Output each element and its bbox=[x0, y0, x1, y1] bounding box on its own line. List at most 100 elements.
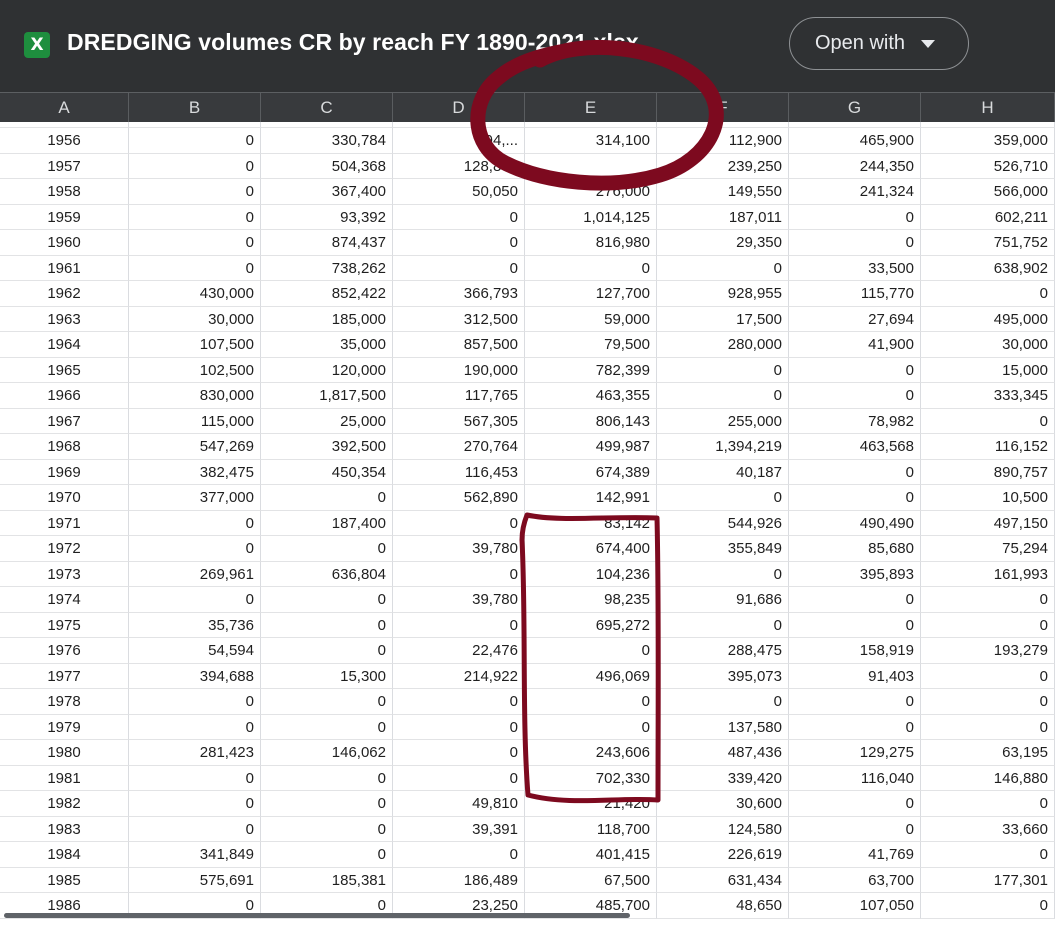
cell-d[interactable]: 0 bbox=[393, 765, 525, 791]
cell-d[interactable]: 270,764 bbox=[393, 434, 525, 460]
cell-h[interactable]: 116,152 bbox=[921, 434, 1055, 460]
cell-c[interactable]: 0 bbox=[261, 638, 393, 664]
cell-e[interactable]: 0 bbox=[525, 638, 657, 664]
cell-a[interactable]: 1974 bbox=[0, 587, 129, 613]
cell-a[interactable]: 1978 bbox=[0, 689, 129, 715]
cell-h[interactable]: 0 bbox=[921, 281, 1055, 307]
cell-a[interactable]: 1981 bbox=[0, 765, 129, 791]
cell-h[interactable]: 638,902 bbox=[921, 255, 1055, 281]
cell-b[interactable]: 54,594 bbox=[129, 638, 261, 664]
cell-b[interactable]: 0 bbox=[129, 714, 261, 740]
cell-b[interactable]: 830,000 bbox=[129, 383, 261, 409]
cell-e[interactable]: 276,000 bbox=[525, 179, 657, 205]
cell-b[interactable]: 377,000 bbox=[129, 485, 261, 511]
cell-f[interactable]: 544,926 bbox=[657, 510, 789, 536]
cell-a[interactable]: 1977 bbox=[0, 663, 129, 689]
cell-e[interactable]: 695,272 bbox=[525, 612, 657, 638]
cell-b[interactable]: 102,500 bbox=[129, 357, 261, 383]
cell-g[interactable]: 463,568 bbox=[789, 434, 921, 460]
cell-a[interactable]: 1970 bbox=[0, 485, 129, 511]
cell-f[interactable]: 239,250 bbox=[657, 153, 789, 179]
cell-c[interactable]: 504,368 bbox=[261, 153, 393, 179]
cell-f[interactable]: 0 bbox=[657, 383, 789, 409]
cell-d[interactable]: 49,810 bbox=[393, 791, 525, 817]
cell-c[interactable]: 0 bbox=[261, 714, 393, 740]
cell-a[interactable]: 1969 bbox=[0, 459, 129, 485]
cell-g[interactable]: 33,500 bbox=[789, 255, 921, 281]
cell-d[interactable]: 0 bbox=[393, 612, 525, 638]
cell-e[interactable]: 806,143 bbox=[525, 408, 657, 434]
cell-h[interactable]: 333,345 bbox=[921, 383, 1055, 409]
cell-g[interactable]: 0 bbox=[789, 204, 921, 230]
cell-g[interactable]: 0 bbox=[789, 714, 921, 740]
cell-d[interactable]: 0 bbox=[393, 740, 525, 766]
cell-g[interactable]: 115,770 bbox=[789, 281, 921, 307]
cell-e[interactable]: 674,400 bbox=[525, 536, 657, 562]
cell-c[interactable]: 35,000 bbox=[261, 332, 393, 358]
cell-c[interactable]: 1,817,500 bbox=[261, 383, 393, 409]
cell-f[interactable]: 124,580 bbox=[657, 816, 789, 842]
cell-a[interactable]: 1963 bbox=[0, 306, 129, 332]
cell-c[interactable]: 0 bbox=[261, 536, 393, 562]
cell-f[interactable]: 48,650 bbox=[657, 893, 789, 919]
cell-h[interactable]: 146,880 bbox=[921, 765, 1055, 791]
cell-h[interactable]: 0 bbox=[921, 893, 1055, 919]
cell-f[interactable]: 255,000 bbox=[657, 408, 789, 434]
cell-e[interactable]: 21,420 bbox=[525, 791, 657, 817]
cell-f[interactable]: 91,686 bbox=[657, 587, 789, 613]
cell-g[interactable]: 0 bbox=[789, 357, 921, 383]
column-header-c[interactable]: C bbox=[261, 93, 393, 123]
cell-f[interactable]: 40,187 bbox=[657, 459, 789, 485]
cell-d[interactable]: 190,000 bbox=[393, 357, 525, 383]
cell-h[interactable]: 0 bbox=[921, 842, 1055, 868]
cell-e[interactable]: 0 bbox=[525, 255, 657, 281]
cell-d[interactable]: 0 bbox=[393, 510, 525, 536]
cell-c[interactable]: 852,422 bbox=[261, 281, 393, 307]
cell-d[interactable]: 312,500 bbox=[393, 306, 525, 332]
cell-b[interactable]: 0 bbox=[129, 128, 261, 154]
cell-a[interactable]: 1976 bbox=[0, 638, 129, 664]
cell-f[interactable]: 0 bbox=[657, 561, 789, 587]
cell-f[interactable]: 30,600 bbox=[657, 791, 789, 817]
cell-h[interactable]: 497,150 bbox=[921, 510, 1055, 536]
cell-d[interactable]: 39,780 bbox=[393, 536, 525, 562]
cell-b[interactable]: 382,475 bbox=[129, 459, 261, 485]
cell-c[interactable]: 874,437 bbox=[261, 230, 393, 256]
cell-f[interactable]: 1,394,219 bbox=[657, 434, 789, 460]
cell-e[interactable]: 118,700 bbox=[525, 816, 657, 842]
cell-e[interactable]: 1,014,125 bbox=[525, 204, 657, 230]
cell-f[interactable]: 0 bbox=[657, 612, 789, 638]
cell-f[interactable]: 0 bbox=[657, 357, 789, 383]
cell-c[interactable]: 0 bbox=[261, 485, 393, 511]
cell-c[interactable]: 0 bbox=[261, 765, 393, 791]
spreadsheet-grid[interactable]: 19550642,983147,397440,486307,6300393,49… bbox=[0, 122, 1055, 927]
cell-e[interactable]: 127,700 bbox=[525, 281, 657, 307]
cell-f[interactable]: 928,955 bbox=[657, 281, 789, 307]
cell-b[interactable]: 0 bbox=[129, 791, 261, 817]
cell-h[interactable]: 0 bbox=[921, 587, 1055, 613]
cell-e[interactable]: 782,399 bbox=[525, 357, 657, 383]
cell-h[interactable]: 602,211 bbox=[921, 204, 1055, 230]
cell-g[interactable]: 395,893 bbox=[789, 561, 921, 587]
cell-b[interactable]: 547,269 bbox=[129, 434, 261, 460]
cell-g[interactable]: 0 bbox=[789, 485, 921, 511]
cell-g[interactable]: 116,040 bbox=[789, 765, 921, 791]
column-header-g[interactable]: G bbox=[789, 93, 921, 123]
column-header-d[interactable]: D bbox=[393, 93, 525, 123]
cell-d[interactable]: 0 bbox=[393, 689, 525, 715]
cell-e[interactable]: 0 bbox=[525, 714, 657, 740]
cell-d[interactable]: 0 bbox=[393, 255, 525, 281]
cell-f[interactable]: 226,619 bbox=[657, 842, 789, 868]
cell-b[interactable]: 281,423 bbox=[129, 740, 261, 766]
cell-c[interactable]: 185,000 bbox=[261, 306, 393, 332]
cell-b[interactable]: 0 bbox=[129, 230, 261, 256]
cell-b[interactable]: 0 bbox=[129, 816, 261, 842]
cell-h[interactable]: 890,757 bbox=[921, 459, 1055, 485]
cell-a[interactable]: 1972 bbox=[0, 536, 129, 562]
cell-f[interactable]: 149,550 bbox=[657, 179, 789, 205]
cell-h[interactable]: 75,294 bbox=[921, 536, 1055, 562]
cell-d[interactable]: 186,489 bbox=[393, 867, 525, 893]
cell-g[interactable]: 158,919 bbox=[789, 638, 921, 664]
cell-f[interactable]: 487,436 bbox=[657, 740, 789, 766]
cell-e[interactable]: 314,100 bbox=[525, 128, 657, 154]
